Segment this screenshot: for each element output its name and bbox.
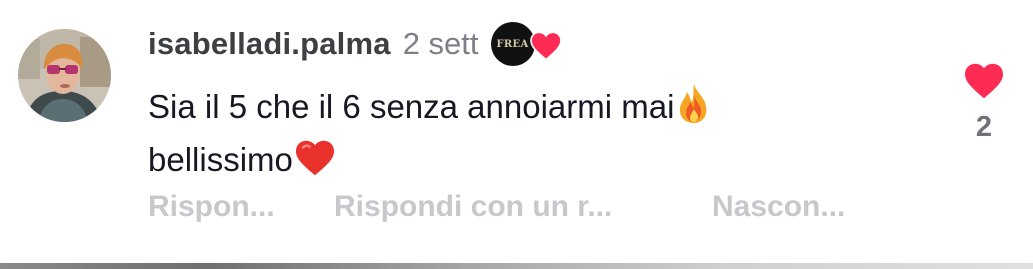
creator-heart-icon — [529, 31, 562, 61]
hide-button[interactable]: Nascon... — [712, 190, 845, 224]
comment-item: isabelladi.palma 2 sett FREA Sia il 5 ch… — [0, 0, 1033, 269]
avatar[interactable] — [18, 29, 111, 122]
creator-logo: FREA — [496, 38, 529, 50]
comment-text-line2: bellissimo — [148, 141, 293, 178]
username[interactable]: isabelladi.palma — [148, 26, 391, 62]
like-button[interactable]: 2 — [960, 62, 1008, 144]
comment-text: Sia il 5 che il 6 senza annoiarmi mai be… — [148, 82, 928, 189]
like-count: 2 — [975, 111, 993, 143]
creator-liked-badge: FREA — [490, 22, 563, 66]
comment-actions: Rispon... Rispondi con un r... Nascon... — [148, 190, 845, 224]
comment-date: 2 sett — [402, 26, 479, 61]
avatar-image — [18, 29, 111, 122]
reply-with-button[interactable]: Rispondi con un r... — [334, 190, 712, 224]
fire-emoji-icon — [674, 82, 714, 136]
reply-button[interactable]: Rispon... — [148, 190, 334, 224]
red-heart-emoji-icon — [293, 139, 337, 189]
bottom-divider — [0, 263, 1033, 269]
heart-icon[interactable] — [963, 62, 1005, 100]
comment-text-line1: Sia il 5 che il 6 senza annoiarmi mai — [148, 88, 675, 125]
comment-header: isabelladi.palma 2 sett FREA — [148, 22, 563, 66]
